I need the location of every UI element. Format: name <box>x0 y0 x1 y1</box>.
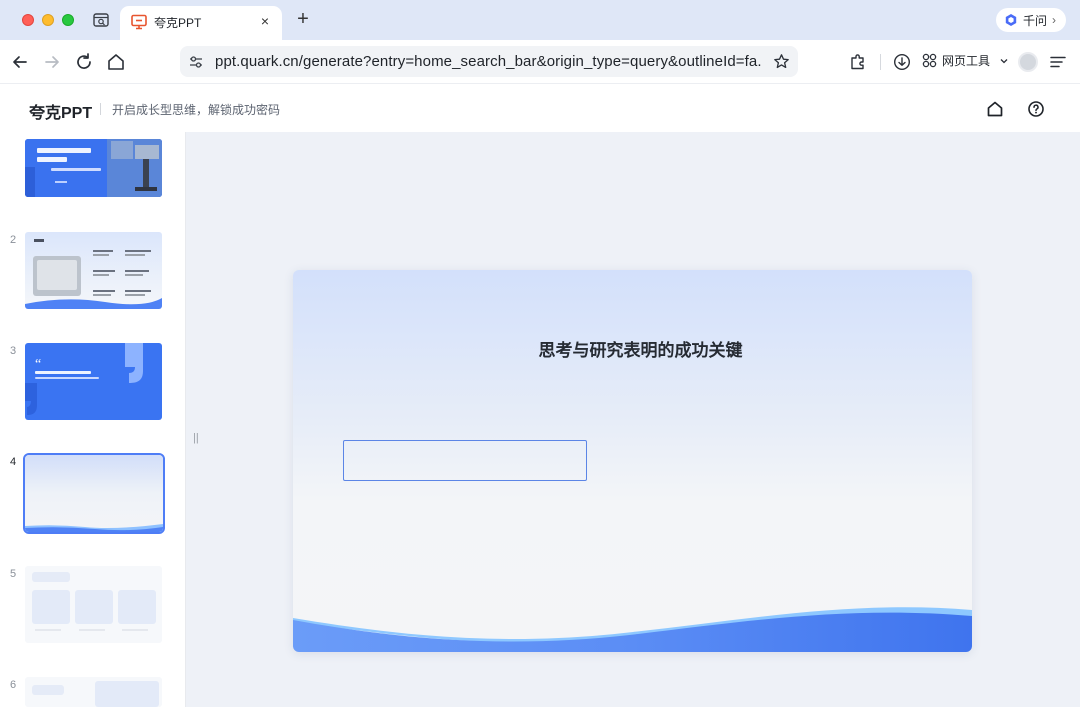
url-text[interactable]: ppt.quark.cn/generate?entry=home_search_… <box>215 53 763 70</box>
slide-thumbnail[interactable] <box>25 232 162 309</box>
slide-thumbnail[interactable] <box>25 139 162 197</box>
web-tools-label: 网页工具 <box>942 54 991 68</box>
cover-slide-preview <box>25 139 162 197</box>
new-tab-button[interactable]: + <box>292 8 314 30</box>
qianwen-label: 千问 <box>1022 13 1047 28</box>
decorative-wave <box>293 607 972 652</box>
tab-overview-icon[interactable] <box>92 11 110 29</box>
menu-icon[interactable] <box>1048 52 1068 72</box>
download-icon[interactable] <box>892 52 912 72</box>
web-tools-menu[interactable]: 网页工具 <box>922 52 1009 69</box>
web-tools-grid-icon <box>922 53 937 68</box>
slide-thumbnail-panel: 2 3 “ 4 5 6 <box>0 132 186 707</box>
home-icon[interactable] <box>985 99 1005 119</box>
placeholder-slide-preview <box>25 566 162 643</box>
chevron-right-icon: › <box>1052 13 1056 27</box>
slide-number: 5 <box>10 568 17 580</box>
bookmark-star-icon[interactable] <box>773 53 790 70</box>
slide-number: 4 <box>10 456 17 468</box>
panel-resize-handle[interactable]: || <box>193 432 199 444</box>
slide-number: 6 <box>10 679 17 691</box>
app-brand[interactable]: 夸克PPT <box>29 99 92 123</box>
site-settings-icon[interactable] <box>188 54 204 70</box>
browser-toolbar: ppt.quark.cn/generate?entry=home_search_… <box>0 40 1080 84</box>
profile-avatar[interactable] <box>1018 52 1038 72</box>
home-icon[interactable] <box>105 51 127 73</box>
chevron-down-icon <box>1000 58 1008 63</box>
help-icon[interactable] <box>1026 99 1046 119</box>
current-slide-preview <box>25 455 163 532</box>
extensions-icon[interactable] <box>848 52 868 72</box>
svg-text:“: “ <box>35 357 41 372</box>
zoom-window-button[interactable] <box>62 14 74 26</box>
qianwen-button[interactable]: 千问 › <box>995 8 1066 32</box>
minimize-window-button[interactable] <box>42 14 54 26</box>
section-slide-preview: “ <box>25 343 162 420</box>
slide-number: 2 <box>10 234 17 246</box>
slide-canvas[interactable]: 思考与研究表明的成功关键 <box>293 270 972 652</box>
qianwen-logo-icon <box>1005 14 1017 26</box>
forward-arrow-icon[interactable] <box>41 51 63 73</box>
header-divider <box>100 103 101 115</box>
toolbar-divider <box>880 54 881 70</box>
placeholder-slide-preview <box>25 677 162 707</box>
slide-title[interactable]: 思考与研究表明的成功关键 <box>293 336 972 361</box>
reload-icon[interactable] <box>73 51 95 73</box>
tab-quark-ppt[interactable]: 夸克PPT × <box>120 6 282 40</box>
slide-thumbnail[interactable]: “ <box>25 343 162 420</box>
address-bar[interactable]: ppt.quark.cn/generate?entry=home_search_… <box>180 46 798 77</box>
slide-thumbnail[interactable] <box>25 677 162 707</box>
slide-text-box-selected[interactable] <box>343 440 587 481</box>
slide-number: 3 <box>10 345 17 357</box>
app-header: 夸克PPT 开启成长型思维，解锁成功密码 <box>0 84 1080 132</box>
tab-close-icon[interactable]: × <box>256 12 274 30</box>
slide-thumbnail-active[interactable] <box>23 453 165 534</box>
contents-slide-preview <box>25 232 162 309</box>
ppt-presentation-icon <box>131 14 147 30</box>
tab-title: 夸克PPT <box>154 16 202 30</box>
browser-tab-strip: 夸克PPT × + 千问 › <box>0 0 1080 40</box>
document-title[interactable]: 开启成长型思维，解锁成功密码 <box>112 101 280 118</box>
slide-thumbnail[interactable] <box>25 566 162 643</box>
back-arrow-icon[interactable] <box>9 51 31 73</box>
close-window-button[interactable] <box>22 14 34 26</box>
